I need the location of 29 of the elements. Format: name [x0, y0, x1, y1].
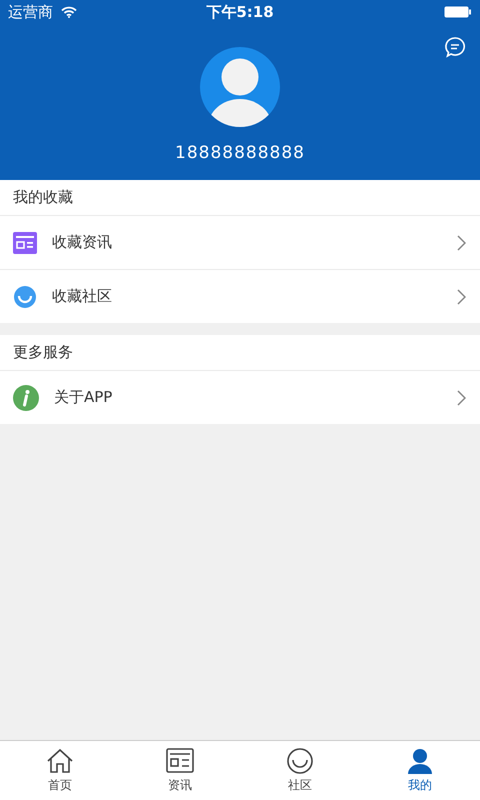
menu-row[interactable]: 收藏资讯: [0, 216, 480, 270]
chat-bubble-icon[interactable]: [444, 36, 466, 58]
phone-number: 18888888888: [175, 143, 305, 163]
chevron-icon: [457, 390, 466, 406]
status-time: 下午5:18: [206, 2, 274, 22]
tab[interactable]: 社区: [240, 741, 360, 800]
battery-icon: [444, 6, 472, 18]
tab[interactable]: 我的: [360, 741, 480, 800]
news-icon: [13, 232, 37, 254]
section-title: 更多服务: [0, 335, 480, 371]
person-icon: [405, 747, 435, 775]
menu-row[interactable]: 关于APP: [0, 371, 480, 424]
info-icon: [13, 384, 39, 410]
home-icon: [45, 747, 75, 775]
chevron-icon: [457, 288, 466, 304]
news-icon: [165, 747, 195, 775]
menu-label: 收藏社区: [52, 287, 112, 306]
chevron-icon: [457, 234, 466, 250]
smile-icon: [285, 747, 315, 775]
smile-icon: [13, 284, 37, 308]
tab[interactable]: 资讯: [120, 741, 240, 800]
carrier-name: 运营商: [8, 2, 53, 22]
menu-label: 关于APP: [54, 388, 112, 407]
menu-label: 收藏资讯: [52, 233, 112, 252]
menu-row[interactable]: 收藏社区: [0, 270, 480, 323]
wifi-icon: [61, 6, 77, 18]
tab[interactable]: 首页: [0, 741, 120, 800]
avatar-icon[interactable]: [200, 47, 280, 127]
section-title: 我的收藏: [0, 180, 480, 216]
